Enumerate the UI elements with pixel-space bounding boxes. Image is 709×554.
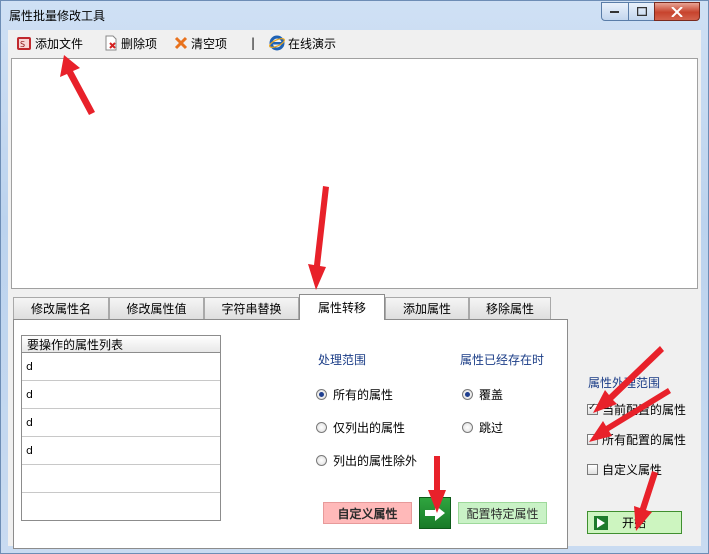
- clear-button[interactable]: 清空项: [174, 34, 227, 52]
- start-button[interactable]: 开始: [587, 511, 682, 534]
- scope-except-radio[interactable]: 列出的属性除外: [316, 452, 417, 469]
- scope-listed-radio[interactable]: 仅列出的属性: [316, 419, 405, 436]
- ie-browser-icon: [269, 35, 285, 51]
- delete-item-button[interactable]: 删除项: [104, 34, 157, 52]
- file-list[interactable]: [11, 58, 698, 289]
- radio-selected-icon: [316, 389, 327, 400]
- external-scope-title: 属性外理范围: [588, 376, 661, 390]
- table-row[interactable]: d: [22, 381, 220, 409]
- arrow-right-icon: [425, 505, 445, 521]
- minimize-button[interactable]: [601, 2, 629, 21]
- tab-modify-value[interactable]: 修改属性值: [109, 297, 204, 319]
- radio-icon: [462, 422, 473, 433]
- close-icon: [671, 6, 683, 17]
- table-row[interactable]: [22, 493, 220, 521]
- checkbox-checked-icon: [587, 402, 598, 415]
- tab-string-replace[interactable]: 字符串替换: [204, 297, 299, 319]
- maximize-button[interactable]: [628, 2, 655, 21]
- delete-file-icon: [105, 35, 117, 51]
- minimize-icon: [610, 10, 619, 13]
- add-file-icon: S: [17, 37, 31, 50]
- exists-title: 属性已经存在时: [460, 353, 545, 367]
- svg-text:S: S: [20, 40, 25, 49]
- transfer-arrow-button[interactable]: [419, 497, 451, 529]
- table-row[interactable]: d: [22, 353, 220, 381]
- exists-overwrite-radio[interactable]: 覆盖: [462, 386, 503, 403]
- tab-attr-transfer[interactable]: 属性转移: [299, 294, 385, 320]
- maximize-icon: [636, 7, 647, 16]
- tab-remove-attr[interactable]: 移除属性: [469, 297, 551, 319]
- clear-x-icon: [174, 36, 188, 50]
- close-button[interactable]: [654, 2, 700, 21]
- radio-icon: [316, 422, 327, 433]
- all-config-checkbox[interactable]: 所有配置的属性: [587, 431, 686, 448]
- checkbox-icon: [587, 434, 598, 445]
- add-file-button[interactable]: S 添加文件: [16, 34, 83, 52]
- attr-list-table[interactable]: 要操作的属性列表 d d d d: [21, 335, 221, 521]
- online-demo-button[interactable]: 在线演示: [269, 34, 336, 52]
- checkbox-icon: [587, 464, 598, 475]
- table-row[interactable]: d: [22, 409, 220, 437]
- custom-attr-button[interactable]: 自定义属性: [323, 502, 412, 524]
- add-file-label: 添加文件: [35, 36, 84, 51]
- clear-label: 清空项: [191, 36, 228, 51]
- attr-list-header: 要操作的属性列表: [22, 336, 220, 353]
- online-demo-label: 在线演示: [288, 36, 337, 51]
- scope-all-radio[interactable]: 所有的属性: [316, 386, 393, 403]
- scope-title: 处理范围: [318, 353, 367, 367]
- table-row[interactable]: d: [22, 437, 220, 465]
- delete-item-label: 删除项: [121, 36, 158, 51]
- exists-skip-radio[interactable]: 跳过: [462, 419, 503, 436]
- table-row[interactable]: [22, 465, 220, 493]
- current-config-checkbox[interactable]: 当前配置的属性: [587, 401, 686, 418]
- config-specific-button[interactable]: 配置特定属性: [458, 502, 547, 524]
- tab-add-attr[interactable]: 添加属性: [385, 297, 469, 319]
- radio-icon: [316, 455, 327, 466]
- window-title: 属性批量修改工具: [9, 9, 106, 23]
- radio-selected-icon: [462, 389, 473, 400]
- tab-rename-attr[interactable]: 修改属性名: [13, 297, 109, 319]
- toolbar-separator: |: [251, 36, 256, 50]
- play-icon: [594, 515, 608, 530]
- custom-attr-checkbox[interactable]: 自定义属性: [587, 461, 662, 478]
